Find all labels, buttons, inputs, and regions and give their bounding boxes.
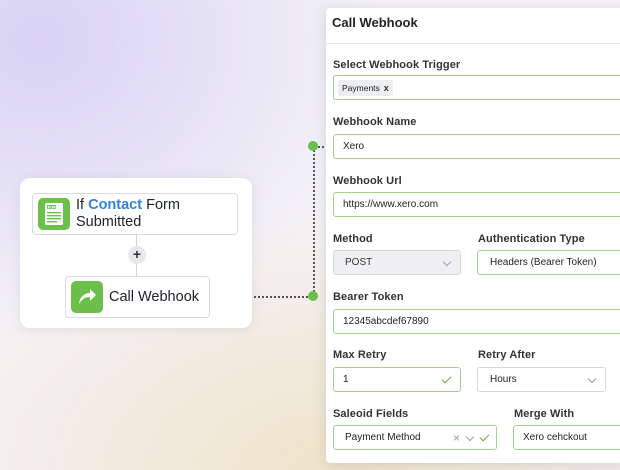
flow-connector-top	[136, 234, 137, 246]
auth-type-label: Authentication Type	[478, 233, 585, 245]
retry-after-select[interactable]: Hours	[477, 367, 606, 392]
max-retry-label: Max Retry	[333, 349, 387, 361]
call-webhook-panel: Call Webhook Select Webhook Trigger Paym…	[326, 8, 620, 463]
link-anchor-dot-bottom	[308, 291, 318, 301]
chevron-down-icon	[442, 257, 452, 267]
trigger-chip-label: Payments	[342, 82, 380, 93]
clear-icon[interactable]: ×	[453, 431, 460, 445]
merge-with-label: Merge With	[514, 408, 575, 420]
check-icon	[441, 373, 452, 384]
retry-after-label: Retry After	[478, 349, 536, 361]
panel-title: Call Webhook	[326, 8, 620, 44]
check-icon	[479, 431, 490, 442]
panel-link-horizontal	[254, 296, 312, 298]
chevron-down-icon	[587, 374, 597, 384]
flow-canvas-card: FORM If Contact Form Submitted + Call We…	[20, 178, 252, 328]
webhook-name-input[interactable]: Xero	[333, 134, 620, 159]
method-label: Method	[333, 233, 373, 245]
call-webhook-node[interactable]: Call Webhook	[65, 276, 210, 318]
panel-link-vertical	[313, 147, 315, 296]
webhook-url-input[interactable]: https://www.xero.com	[333, 192, 620, 217]
retry-after-value: Hours	[490, 374, 517, 385]
trigger-chip: Payments x	[338, 79, 393, 96]
share-arrow-icon	[71, 281, 103, 313]
merge-with-select[interactable]: Xero cehckout	[513, 425, 620, 450]
trigger-node-title: If Contact Form Submitted	[76, 197, 237, 231]
trigger-node[interactable]: FORM If Contact Form Submitted	[32, 193, 238, 235]
webhook-name-label: Webhook Name	[333, 116, 417, 128]
trigger-highlight: Contact	[88, 197, 143, 213]
bearer-token-label: Bearer Token	[333, 291, 404, 303]
max-retry-input[interactable]: 1	[333, 367, 461, 392]
method-select[interactable]: POST	[333, 250, 461, 275]
webhook-url-label: Webhook Url	[333, 175, 402, 187]
link-anchor-dot-top	[308, 141, 318, 151]
call-webhook-node-title: Call Webhook	[109, 288, 200, 305]
chevron-down-icon[interactable]	[465, 432, 475, 442]
bearer-token-input[interactable]: 12345abcdef67890	[333, 309, 620, 334]
saleoid-fields-label: Saleoid Fields	[333, 408, 409, 420]
chip-remove-icon[interactable]: x	[384, 83, 389, 93]
method-value: POST	[345, 257, 373, 268]
add-step-button[interactable]: +	[128, 246, 146, 264]
trigger-prefix: If	[76, 197, 89, 213]
max-retry-value: 1	[343, 374, 349, 385]
auth-type-select[interactable]: Headers (Bearer Token)	[477, 250, 620, 275]
flow-connector-bottom	[136, 264, 137, 276]
svg-text:FORM: FORM	[48, 205, 60, 209]
saleoid-fields-value: Payment Method	[345, 432, 421, 443]
form-icon: FORM	[38, 198, 70, 230]
webhook-trigger-select[interactable]: Payments x	[333, 75, 620, 100]
trigger-label: Select Webhook Trigger	[333, 59, 461, 71]
saleoid-fields-select[interactable]: Payment Method ×	[333, 425, 497, 450]
